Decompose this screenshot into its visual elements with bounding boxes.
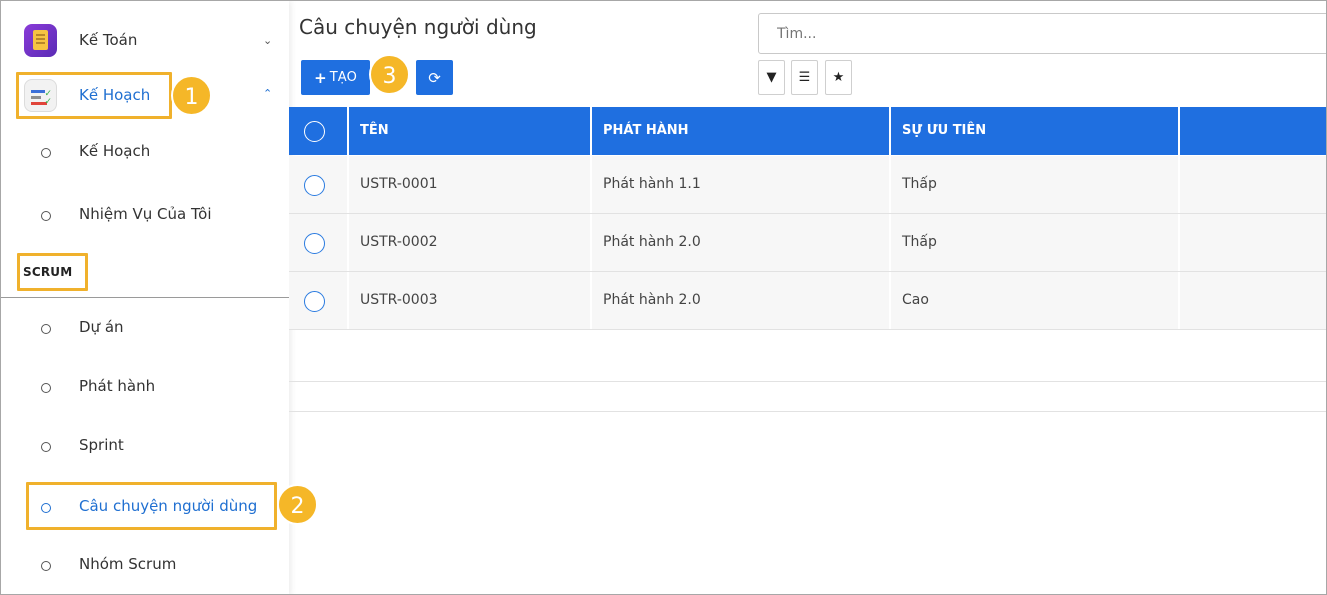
circle-bullet-icon <box>41 503 51 513</box>
sidebar-item-label: Nhiệm Vụ Của Tôi <box>79 205 212 223</box>
planning-app-icon: ✓ ✓ <box>24 78 57 112</box>
create-button-label: TẠO <box>329 70 357 85</box>
sidebar-item-label: Kế Hoạch <box>79 142 151 160</box>
main-content: Câu chuyện người dùng + TẠO ⟳ ▼ ☰ ★ TÊN … <box>289 1 1326 594</box>
cell-name: USTR-0003 <box>349 272 592 329</box>
page-title: Câu chuyện người dùng <box>299 15 537 39</box>
sidebar-app-label: Kế Toán <box>79 31 138 49</box>
section-label-scrum: SCRUM <box>23 265 73 279</box>
app-window: Kế Toán ⌄ ✓ ✓ Kế Hoạch ⌃ 1 Kế Hoạch Nhiệm… <box>0 0 1327 595</box>
column-header-priority[interactable]: SỰ ƯU TIÊN <box>891 107 1180 155</box>
cell-extra <box>1180 214 1326 271</box>
circle-bullet-icon <box>41 324 51 334</box>
sidebar-item-my-tasks[interactable]: Nhiệm Vụ Của Tôi <box>1 195 289 235</box>
sidebar-item-label: Dự án <box>79 318 124 336</box>
chevron-down-icon: ⌄ <box>263 33 273 47</box>
sidebar-item-plan[interactable]: Kế Hoạch <box>1 132 289 172</box>
refresh-button[interactable]: ⟳ <box>416 60 453 95</box>
table-empty-row <box>289 330 1326 382</box>
row-select-cell <box>289 156 349 213</box>
sidebar-app-accounting[interactable]: Kế Toán ⌄ <box>1 18 289 62</box>
table-empty-row <box>289 382 1326 412</box>
filter-icon: ▼ <box>766 70 777 85</box>
favorites-button[interactable]: ★ <box>825 60 852 95</box>
column-header-extra <box>1180 107 1326 155</box>
step-badge-3: 3 <box>369 54 410 95</box>
table-row[interactable]: USTR-0003 Phát hành 2.0 Cao <box>289 272 1326 330</box>
circle-bullet-icon <box>41 383 51 393</box>
cell-priority: Cao <box>891 272 1180 329</box>
cell-extra <box>1180 156 1326 213</box>
cell-release: Phát hành 2.0 <box>592 214 891 271</box>
row-select-cell <box>289 214 349 271</box>
cell-name: USTR-0001 <box>349 156 592 213</box>
sidebar-item-label: Nhóm Scrum <box>79 555 177 573</box>
cell-release: Phát hành 1.1 <box>592 156 891 213</box>
sidebar-item-projects[interactable]: Dự án <box>1 308 289 348</box>
group-by-button[interactable]: ☰ <box>791 60 818 95</box>
star-icon: ★ <box>832 70 845 85</box>
sidebar-item-label: Sprint <box>79 436 124 454</box>
cell-extra <box>1180 272 1326 329</box>
circle-bullet-icon <box>41 561 51 571</box>
row-select-cell <box>289 272 349 329</box>
sidebar-item-label: Câu chuyện người dùng <box>79 497 258 515</box>
accounting-app-icon <box>24 23 57 57</box>
circle-bullet-icon <box>41 148 51 158</box>
column-header-release[interactable]: PHÁT HÀNH <box>592 107 891 155</box>
sidebar-item-sprint[interactable]: Sprint <box>1 426 289 466</box>
sidebar-item-user-stories[interactable]: Câu chuyện người dùng <box>1 487 289 527</box>
create-button[interactable]: + TẠO <box>301 60 370 95</box>
cell-priority: Thấp <box>891 156 1180 213</box>
header-select-cell <box>289 107 349 155</box>
circle-bullet-icon <box>41 442 51 452</box>
step-badge-1: 1 <box>171 75 212 116</box>
circle-bullet-icon <box>41 211 51 221</box>
sidebar: Kế Toán ⌄ ✓ ✓ Kế Hoạch ⌃ 1 Kế Hoạch Nhiệm… <box>1 1 289 594</box>
table-row[interactable]: USTR-0002 Phát hành 2.0 Thấp <box>289 214 1326 272</box>
cell-release: Phát hành 2.0 <box>592 272 891 329</box>
plus-icon: + <box>314 68 327 87</box>
sidebar-item-label: Phát hành <box>79 377 156 395</box>
sidebar-divider <box>1 297 289 298</box>
sidebar-item-scrum-teams[interactable]: Nhóm Scrum <box>1 545 289 585</box>
cell-name: USTR-0002 <box>349 214 592 271</box>
chevron-up-icon: ⌃ <box>263 87 273 100</box>
search-input[interactable] <box>758 13 1326 54</box>
refresh-icon: ⟳ <box>428 69 441 87</box>
sidebar-app-label: Kế Hoạch <box>79 86 151 104</box>
filter-button[interactable]: ▼ <box>758 60 785 95</box>
table-row[interactable]: USTR-0001 Phát hành 1.1 Thấp <box>289 156 1326 214</box>
cell-priority: Thấp <box>891 214 1180 271</box>
table-header: TÊN PHÁT HÀNH SỰ ƯU TIÊN <box>289 107 1326 155</box>
sidebar-item-releases[interactable]: Phát hành <box>1 367 289 407</box>
list-icon: ☰ <box>798 70 811 85</box>
column-header-name[interactable]: TÊN <box>349 107 592 155</box>
sidebar-app-planning[interactable]: ✓ ✓ Kế Hoạch ⌃ <box>1 73 289 117</box>
